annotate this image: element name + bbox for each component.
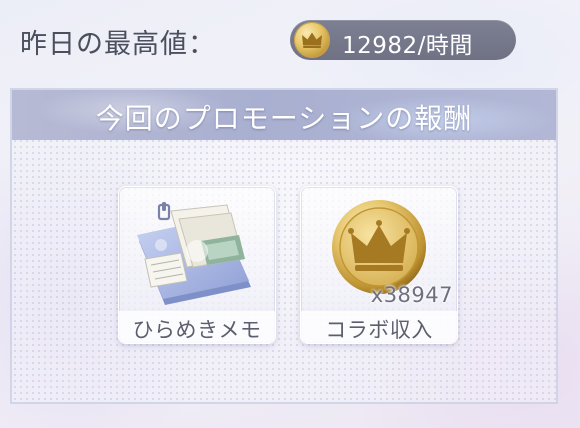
top-row: 昨日の最高値： 12982/時間 <box>0 0 580 78</box>
crown-coin-icon <box>332 200 426 294</box>
panel-title: 今回のプロモーションの報酬 <box>95 102 473 135</box>
yesterday-best-label: 昨日の最高値： <box>20 29 216 60</box>
reward-quantity: x38947 <box>370 283 453 307</box>
panel-header: 今回のプロモーションの報酬 <box>12 90 556 140</box>
crown-coin-icon <box>294 22 330 58</box>
reward-card-memo[interactable]: ひらめきメモ <box>118 186 276 344</box>
card-label-bar: コラボ収入 <box>301 311 457 343</box>
reward-label-memo: ひらめきメモ <box>132 318 262 342</box>
reward-label-collab: コラボ収入 <box>325 318 433 342</box>
memo-bundle-icon <box>137 202 251 305</box>
rate-pill: 12982/時間 <box>290 20 516 60</box>
card-label-bar: ひらめきメモ <box>119 311 275 343</box>
reward-card-collab[interactable]: x38947 コラボ収入 <box>300 186 458 344</box>
rate-value: 12982/時間 <box>342 33 473 59</box>
reward-panel: 今回のプロモーションの報酬 ひらめきメモ x38947 コラボ収入 <box>10 88 558 404</box>
